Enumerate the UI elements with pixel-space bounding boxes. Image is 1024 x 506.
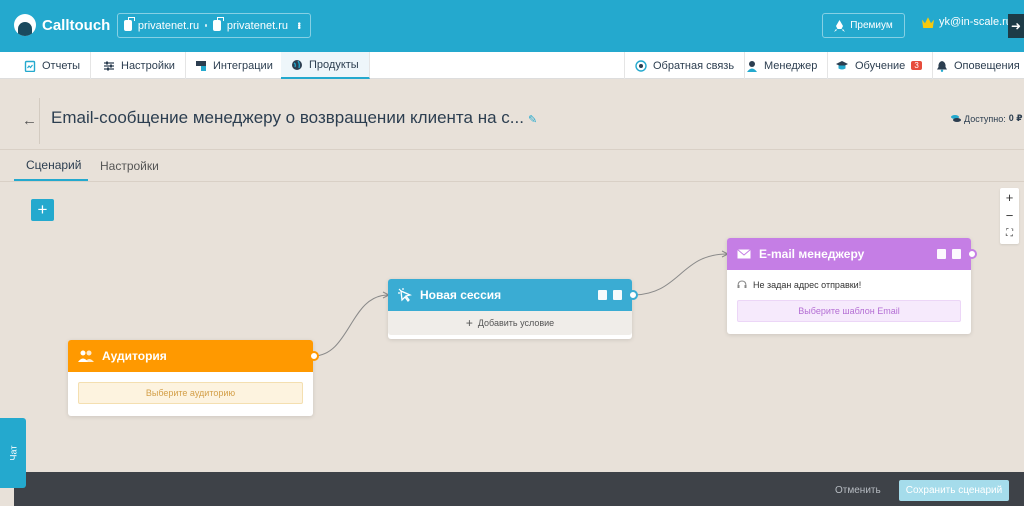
node-actions <box>937 249 961 259</box>
node-email-header[interactable]: E-mail менеджеру <box>727 238 977 270</box>
node-actions <box>598 290 622 300</box>
email-warning: Не задан адрес отправки! <box>727 270 971 296</box>
email-warning-text: Не задан адрес отправки! <box>753 280 862 290</box>
connection-audience-session <box>312 294 389 357</box>
save-scenario-button[interactable]: Сохранить сценарий <box>899 480 1009 501</box>
copy-icon[interactable] <box>937 249 946 259</box>
plus-icon: + <box>37 200 48 219</box>
fit-screen-button[interactable]: ⛶ <box>1000 224 1019 242</box>
node-audience-header[interactable]: Аудитория <box>68 340 319 372</box>
choose-audience-button[interactable]: Выберите аудиторию <box>78 382 303 404</box>
trash-icon[interactable] <box>613 290 622 300</box>
node-new-session[interactable]: Новая сессия + Добавить условие <box>388 279 638 339</box>
node-session-header[interactable]: Новая сессия <box>388 279 638 311</box>
add-condition-button[interactable]: + Добавить условие <box>388 311 632 335</box>
output-port[interactable] <box>967 249 977 259</box>
chat-label: Чат <box>8 445 18 461</box>
chat-widget[interactable]: Чат <box>0 418 26 488</box>
add-node-button[interactable]: + <box>31 199 54 221</box>
users-icon <box>78 350 94 362</box>
node-audience[interactable]: Аудитория Выберите аудиторию <box>68 340 319 416</box>
envelope-icon <box>737 249 751 259</box>
plus-icon: + <box>465 316 473 330</box>
output-port[interactable] <box>628 290 638 300</box>
headset-icon <box>737 280 747 288</box>
zoom-in-button[interactable]: + <box>1000 188 1019 206</box>
connection-session-email <box>631 253 728 296</box>
cancel-button[interactable]: Отменить <box>835 485 881 496</box>
node-email-manager[interactable]: E-mail менеджеру Не задан адрес отправки… <box>727 238 977 334</box>
copy-icon[interactable] <box>598 290 607 300</box>
zoom-out-button[interactable]: − <box>1000 206 1019 224</box>
node-audience-title: Аудитория <box>102 349 167 363</box>
node-email-title: E-mail менеджеру <box>759 247 865 261</box>
trash-icon[interactable] <box>952 249 961 259</box>
zoom-controls: + − ⛶ <box>1000 188 1019 244</box>
output-port[interactable] <box>309 351 319 361</box>
add-condition-label: Добавить условие <box>477 318 555 328</box>
cursor-click-icon <box>398 288 412 302</box>
node-session-title: Новая сессия <box>420 288 502 302</box>
choose-email-template-button[interactable]: Выберите шаблон Email <box>737 300 961 322</box>
